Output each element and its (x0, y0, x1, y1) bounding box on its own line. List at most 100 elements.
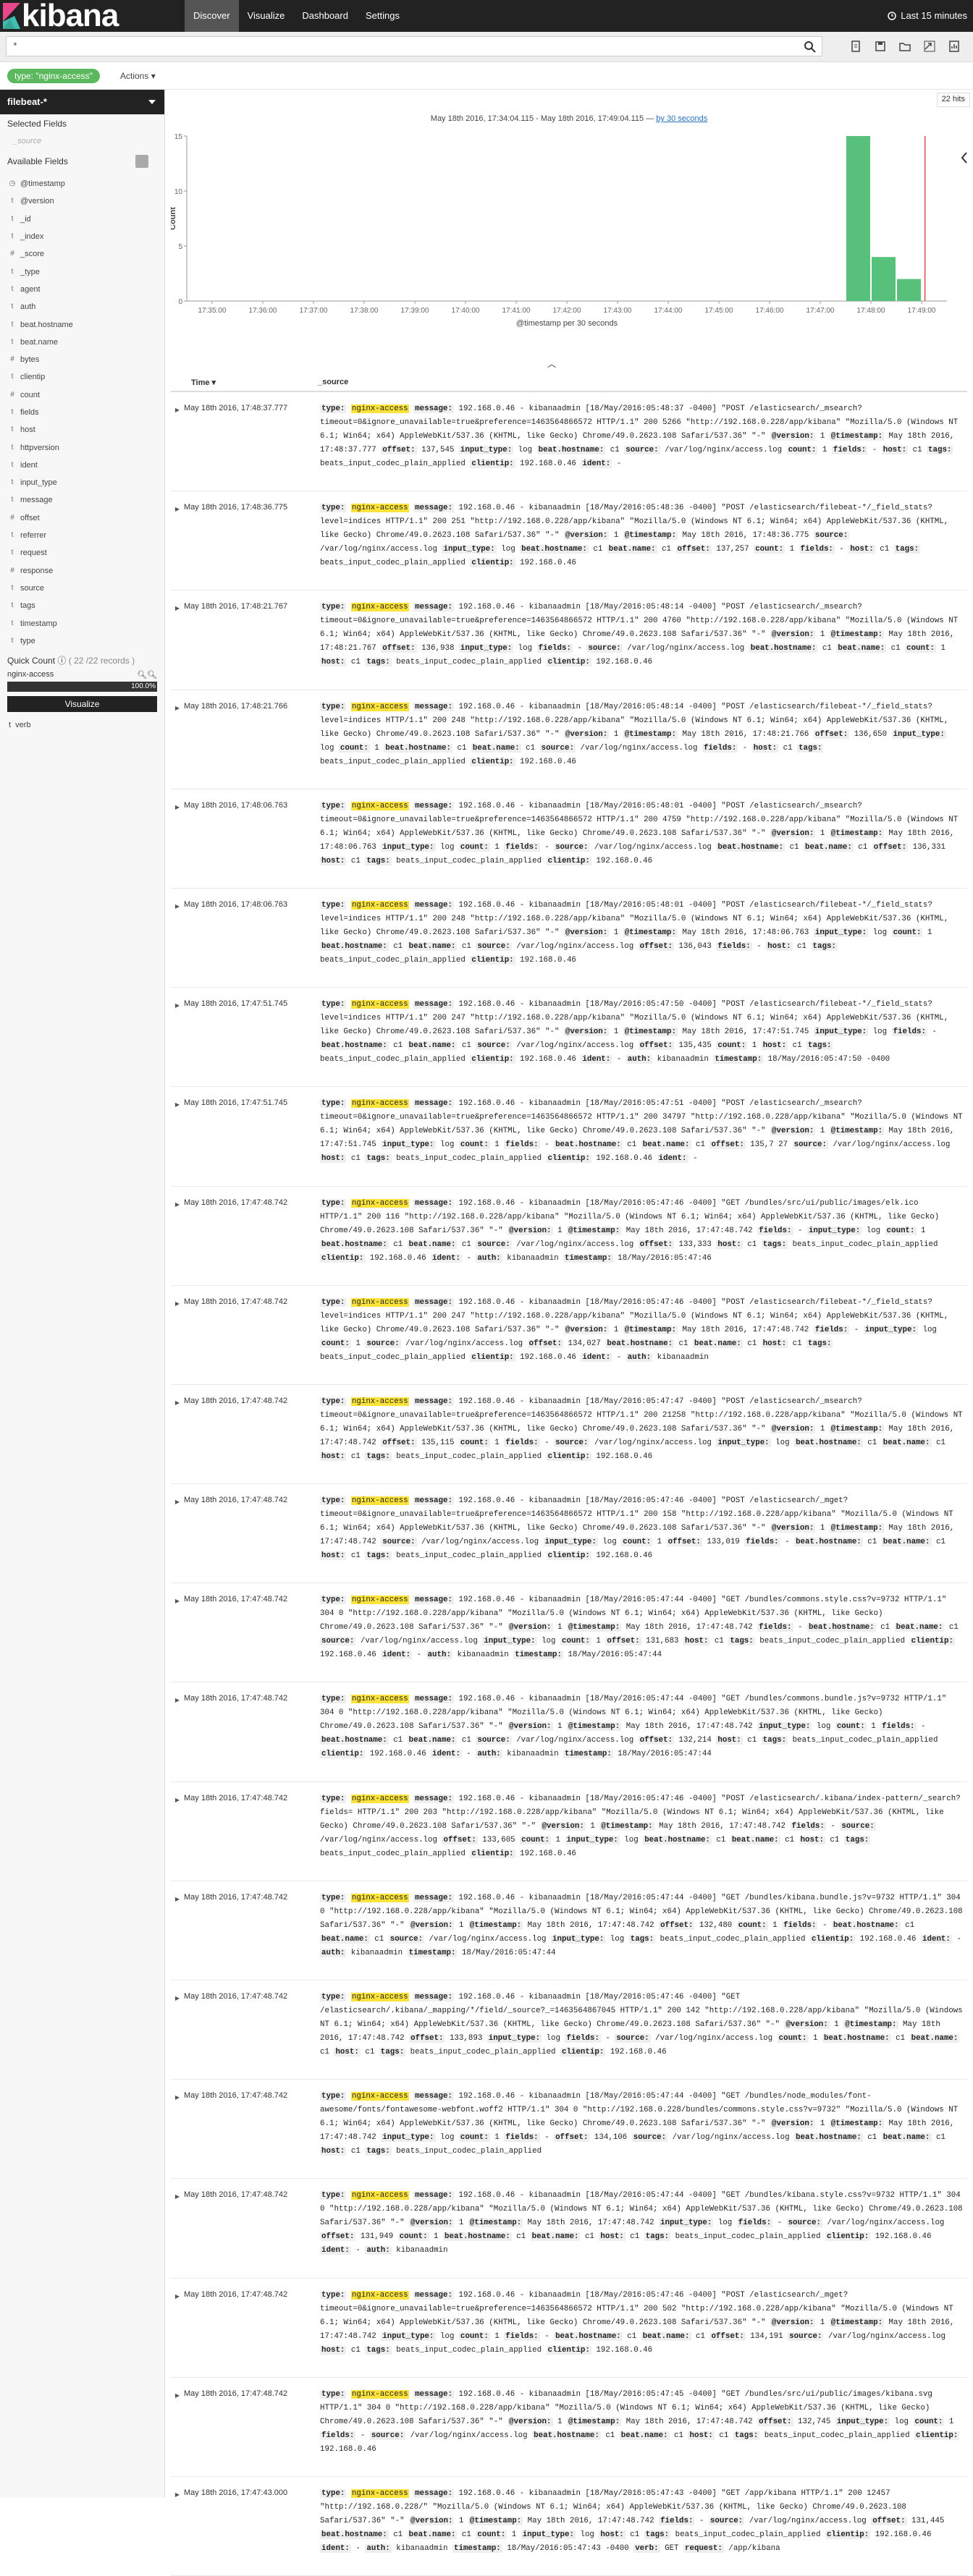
table-row[interactable]: ▶ May 18th 2016, 17:47:48.742 type: nginx-… (171, 1881, 967, 1980)
field-verb[interactable]: t verb (0, 716, 164, 734)
table-row[interactable]: ▶ May 18th 2016, 17:47:48.742 type: nginx-… (171, 1187, 967, 1286)
field-type[interactable]: t _type (0, 263, 164, 280)
time-column-header[interactable]: Time ▾ (171, 378, 318, 387)
table-row[interactable]: ▶ May 18th 2016, 17:47:48.742 type: nginx-… (171, 2378, 967, 2477)
visualize-button[interactable]: Visualize (7, 696, 157, 713)
field-type[interactable]: t type (0, 632, 164, 650)
nav-settings[interactable]: Settings (357, 0, 408, 32)
table-row[interactable]: ▶ May 18th 2016, 17:48:06.763 type: nginx-… (171, 789, 967, 889)
nav-visualize[interactable]: Visualize (239, 0, 294, 32)
table-row[interactable]: ▶ May 18th 2016, 17:47:48.742 type: nginx-… (171, 1583, 967, 1683)
table-row[interactable]: ▶ May 18th 2016, 17:47:48.742 type: nginx-… (171, 2080, 967, 2179)
expand-row-icon[interactable]: ▶ (171, 1682, 184, 1781)
table-row[interactable]: ▶ May 18th 2016, 17:48:36.775 type: nginx-… (171, 491, 967, 591)
field-referrer[interactable]: t referrer (0, 527, 164, 544)
expand-row-icon[interactable]: ▶ (171, 1286, 184, 1384)
field-count[interactable]: # count (0, 386, 164, 404)
table-row[interactable]: ▶ May 18th 2016, 17:47:51.745 type: nginx-… (171, 988, 967, 1088)
share-icon[interactable] (922, 39, 937, 54)
gear-icon[interactable] (135, 155, 148, 168)
expand-row-icon[interactable]: ▶ (171, 1881, 184, 1980)
expand-row-icon[interactable]: ▶ (171, 789, 184, 888)
new-search-icon[interactable] (848, 39, 863, 54)
expand-row-icon[interactable]: ▶ (171, 2378, 184, 2476)
save-search-icon[interactable] (873, 39, 888, 54)
table-row[interactable]: ▶ May 18th 2016, 17:47:48.742 type: nginx-… (171, 1385, 967, 1485)
expand-row-icon[interactable]: ▶ (171, 1087, 184, 1185)
field-request[interactable]: t request (0, 544, 164, 562)
table-row[interactable]: ▶ May 18th 2016, 17:47:48.742 type: nginx-… (171, 1484, 967, 1584)
field-name: response (20, 566, 54, 575)
field-response[interactable]: # response (0, 562, 164, 580)
chevron-left-icon[interactable] (960, 151, 969, 165)
field-id[interactable]: t _id (0, 211, 164, 228)
table-row[interactable]: ▶ May 18th 2016, 17:47:48.742 type: nginx-… (171, 2279, 967, 2378)
field-beat-name[interactable]: t beat.name (0, 334, 164, 351)
field-bytes[interactable]: # bytes (0, 351, 164, 368)
collapse-chart-icon[interactable]: ︿ (543, 357, 560, 369)
field-beat-hostname[interactable]: t beat.hostname (0, 315, 164, 333)
expand-row-icon[interactable]: ▶ (171, 491, 184, 590)
search-icon[interactable] (803, 40, 817, 53)
index-pattern-selector[interactable]: filebeat-* (0, 90, 164, 114)
field-name: bytes (20, 355, 40, 365)
nav-dashboard[interactable]: Dashboard (293, 0, 357, 32)
field-clientip[interactable]: t clientip (0, 368, 164, 386)
expand-row-icon[interactable]: ▶ (171, 392, 184, 491)
expand-row-icon[interactable]: ▶ (171, 590, 184, 689)
filter-magnifier-icons[interactable]: 🔍︎🔍︎ (137, 670, 157, 679)
interval-link[interactable]: by 30 seconds (656, 114, 707, 123)
table-row[interactable]: ▶ May 18th 2016, 17:48:21.767 type: nginx-… (171, 590, 967, 690)
reporting-icon[interactable] (947, 39, 961, 54)
filter-pill[interactable]: type: "nginx-access" (7, 69, 100, 83)
field-httpversion[interactable]: t httpversion (0, 438, 164, 456)
table-row[interactable]: ▶ May 18th 2016, 17:47:43.000 type: nginx-… (171, 2477, 967, 2576)
expand-row-icon[interactable]: ▶ (171, 2080, 184, 2178)
table-row[interactable]: ▶ May 18th 2016, 17:48:21.766 type: nginx-… (171, 690, 967, 789)
field-index[interactable]: t _index (0, 228, 164, 245)
expand-row-icon[interactable]: ▶ (171, 988, 184, 1086)
expand-row-icon[interactable]: ▶ (171, 1980, 184, 2079)
expand-row-icon[interactable]: ▶ (171, 2477, 184, 2575)
field-timestamp[interactable]: t timestamp (0, 614, 164, 632)
open-search-icon[interactable] (898, 39, 912, 54)
table-row[interactable]: ▶ May 18th 2016, 17:47:51.745 type: nginx-… (171, 1087, 967, 1187)
field-fields[interactable]: t fields (0, 404, 164, 421)
field-type-icon: t (11, 320, 14, 329)
kibana-logo[interactable]: kibana (3, 0, 119, 32)
table-row[interactable]: ▶ May 18th 2016, 17:47:48.742 type: nginx-… (171, 1682, 967, 1782)
field-offset[interactable]: # offset (0, 509, 164, 527)
table-row[interactable]: ▶ May 18th 2016, 17:47:48.742 type: nginx-… (171, 1980, 967, 2080)
field-message[interactable]: t message (0, 491, 164, 509)
table-row[interactable]: ▶ May 18th 2016, 17:47:48.742 type: nginx-… (171, 1782, 967, 1881)
expand-row-icon[interactable]: ▶ (171, 690, 184, 789)
filter-actions-menu[interactable]: Actions ▾ (120, 69, 156, 83)
expand-row-icon[interactable]: ▶ (171, 1484, 184, 1583)
field-auth[interactable]: t auth (0, 298, 164, 315)
field-ident[interactable]: t ident (0, 457, 164, 474)
expand-row-icon[interactable]: ▶ (171, 2179, 184, 2277)
y-axis-label: Count (171, 207, 177, 230)
field-timestamp[interactable]: ◷ @timestamp (0, 175, 164, 192)
table-row[interactable]: ▶ May 18th 2016, 17:48:37.777 type: nginx-… (171, 392, 967, 492)
table-row[interactable]: ▶ May 18th 2016, 17:47:48.742 type: nginx-… (171, 1286, 967, 1385)
expand-row-icon[interactable]: ▶ (171, 1187, 184, 1285)
expand-row-icon[interactable]: ▶ (171, 2279, 184, 2377)
search-input[interactable] (7, 37, 788, 56)
nav-discover[interactable]: Discover (185, 0, 239, 32)
expand-row-icon[interactable]: ▶ (171, 1583, 184, 1682)
time-picker[interactable]: Last 15 minutes (888, 0, 967, 32)
field-source[interactable]: t source (0, 580, 164, 597)
field-tags[interactable]: t tags (0, 597, 164, 614)
table-row[interactable]: ▶ May 18th 2016, 17:47:48.742 type: nginx-… (171, 2179, 967, 2279)
field-version[interactable]: t @version (0, 192, 164, 210)
field-input-type[interactable]: t input_type (0, 474, 164, 491)
field-agent[interactable]: t agent (0, 281, 164, 298)
expand-row-icon[interactable]: ▶ (171, 1782, 184, 1881)
table-row[interactable]: ▶ May 18th 2016, 17:48:06.763 type: nginx-… (171, 889, 967, 988)
field-score[interactable]: # _score (0, 245, 164, 263)
expand-row-icon[interactable]: ▶ (171, 889, 184, 987)
field-host[interactable]: t host (0, 421, 164, 438)
source-field[interactable]: _source (0, 133, 164, 149)
expand-row-icon[interactable]: ▶ (171, 1385, 184, 1483)
